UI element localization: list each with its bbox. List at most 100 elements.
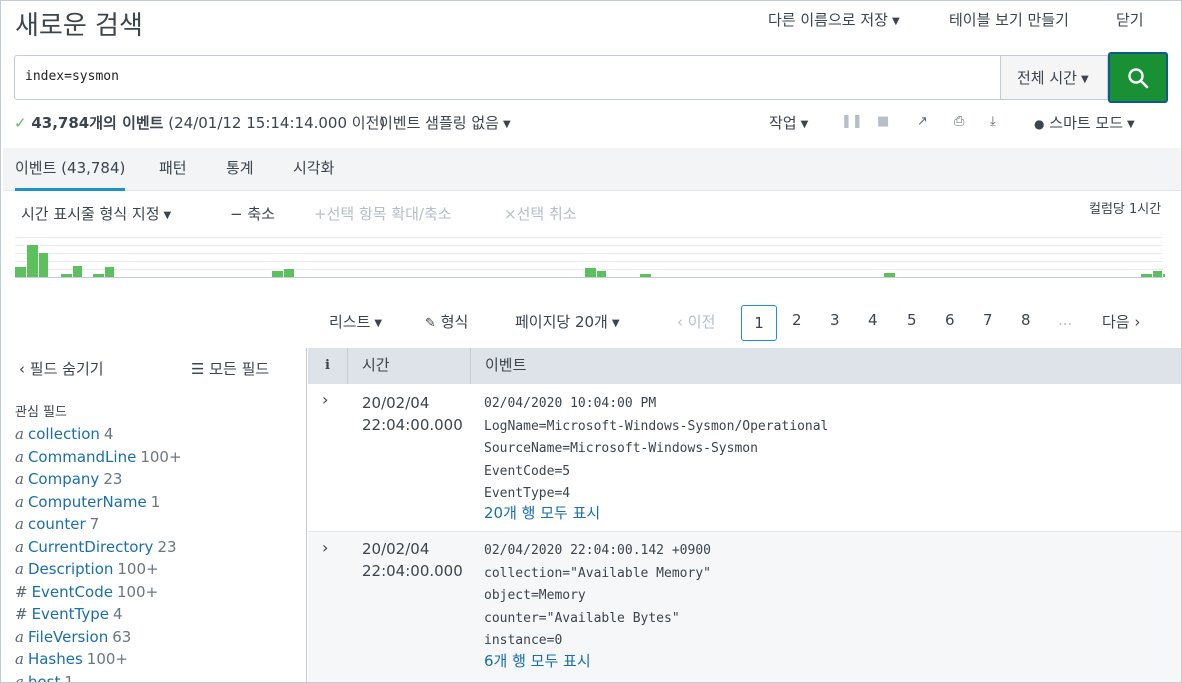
field-count: 100+ — [117, 560, 159, 578]
field-item[interactable]: # EventCode 100+ — [15, 583, 158, 601]
field-count: 1 — [150, 492, 161, 511]
field-item[interactable]: a collection 4 — [15, 425, 113, 443]
interesting-fields-heading: 관심 필드 — [15, 405, 67, 420]
timeline-bar[interactable] — [73, 266, 82, 277]
field-count: 23 — [103, 470, 123, 488]
deselect-label: 선택 취소 — [516, 205, 577, 223]
timeline-bar[interactable] — [884, 273, 895, 277]
close-button[interactable]: 닫기 — [1116, 9, 1144, 30]
page-8-button[interactable]: 8 — [1021, 311, 1031, 329]
all-fields-button[interactable]: ☰ 모든 필드 — [191, 358, 269, 379]
search-input[interactable]: index=sysmon — [14, 55, 1001, 100]
page-6-button[interactable]: 6 — [945, 311, 955, 329]
event-date: 20/02/04 — [362, 540, 430, 558]
tab-events[interactable]: 이벤트 (43,784) — [15, 157, 126, 191]
field-name: Hashes — [27, 650, 83, 668]
timeline-bar[interactable] — [640, 274, 651, 277]
event-time-cell: 20/02/04 22:04:00.000 — [362, 392, 463, 436]
event-raw: 02/04/2020 10:04:00 PM LogName=Microsoft… — [484, 393, 828, 506]
field-type-icon: a — [15, 470, 24, 488]
tab-visualization[interactable]: 시각화 — [293, 157, 334, 178]
timeline-bar[interactable] — [15, 267, 26, 277]
page-4-button[interactable]: 4 — [868, 311, 878, 329]
pause-icon[interactable]: ❚❚ — [841, 114, 863, 129]
field-item[interactable]: a Description 100+ — [15, 560, 159, 578]
save-as-button[interactable]: 다른 이름으로 저장 ▼ — [768, 9, 900, 30]
page-2-button[interactable]: 2 — [792, 311, 802, 329]
field-item[interactable]: a CurrentDirectory 23 — [15, 538, 177, 556]
per-page-dropdown[interactable]: 페이지당 20개 ▼ — [515, 311, 620, 332]
field-name: counter — [27, 515, 86, 533]
prev-page-button[interactable]: ‹ 이전 — [677, 311, 715, 332]
timeline-chart[interactable] — [1, 237, 1181, 279]
hide-fields-button[interactable]: ‹ 필드 숨기기 — [19, 358, 104, 379]
timeline-format-dropdown[interactable]: 시간 표시줄 형식 지정 ▼ — [21, 203, 171, 224]
field-item[interactable]: a Hashes 100+ — [15, 650, 128, 668]
tab-statistics[interactable]: 통계 — [226, 157, 254, 178]
field-item[interactable]: a FileVersion 63 — [15, 628, 131, 646]
timeline-bar[interactable] — [1163, 274, 1165, 277]
page-ellipsis: ... — [1058, 311, 1073, 329]
tab-patterns[interactable]: 패턴 — [159, 157, 187, 178]
expand-chevron-icon[interactable]: › — [322, 538, 328, 557]
field-name: CurrentDirectory — [27, 537, 154, 556]
minus-icon: − — [230, 205, 243, 223]
timeline-bar[interactable] — [585, 268, 596, 277]
field-count: 100+ — [116, 582, 159, 601]
bulb-icon: ● — [1034, 117, 1045, 131]
chevron-left-icon: ‹ — [19, 360, 25, 378]
field-item[interactable]: a host 1 — [15, 673, 74, 683]
search-mode-label: 스마트 모드 — [1049, 114, 1124, 132]
caret-down-icon: ▼ — [502, 119, 511, 130]
timeline-bar[interactable] — [61, 274, 72, 277]
list-icon: ☰ — [191, 360, 205, 378]
field-type-icon: a — [15, 537, 24, 556]
deselect-button[interactable]: ×선택 취소 — [504, 203, 577, 224]
field-item[interactable]: a counter 7 — [15, 515, 99, 533]
list-view-dropdown[interactable]: 리스트 ▼ — [329, 311, 382, 332]
stop-icon[interactable]: ■ — [877, 114, 889, 129]
page-1-button[interactable]: 1 — [741, 305, 777, 341]
timeline-bar[interactable] — [1141, 274, 1152, 277]
field-item[interactable]: a ComputerName 1 — [15, 493, 160, 511]
time-range-picker[interactable]: 전체 시간 ▼ — [1000, 55, 1108, 100]
timeline-bar[interactable] — [93, 274, 104, 277]
timeline-bar[interactable] — [105, 267, 114, 277]
event-date: 20/02/04 — [362, 394, 430, 412]
timeline-bar[interactable] — [284, 269, 294, 277]
create-table-button[interactable]: 테이블 보기 만들기 — [949, 9, 1069, 30]
share-icon[interactable]: ↗ — [917, 114, 928, 129]
event-line: counter="Available Bytes" — [484, 610, 680, 626]
timeline-bar[interactable] — [272, 271, 283, 277]
search-button[interactable] — [1108, 52, 1168, 103]
format-button[interactable]: ✎ 형식 — [425, 311, 468, 332]
next-page-button[interactable]: 다음 › — [1102, 311, 1140, 332]
field-item[interactable]: # EventType 4 — [15, 605, 123, 623]
sampling-label: 이벤트 샘플링 없음 — [379, 114, 499, 132]
page-3-button[interactable]: 3 — [830, 311, 840, 329]
zoom-out-button[interactable]: − 축소 — [230, 203, 275, 224]
timeline-bar[interactable] — [39, 253, 48, 277]
event-count: 43,784개의 이벤트 — [31, 114, 164, 132]
field-item[interactable]: a Company 23 — [15, 470, 122, 488]
field-item[interactable]: a CommandLine 100+ — [15, 448, 182, 466]
expand-chevron-icon[interactable]: › — [322, 390, 328, 409]
timeline-bar[interactable] — [27, 245, 38, 277]
event-raw: 02/04/2020 22:04:00.142 +0900 collection… — [484, 540, 711, 653]
field-count: 1 — [64, 672, 74, 683]
page-5-button[interactable]: 5 — [907, 311, 917, 329]
page-7-button[interactable]: 7 — [983, 311, 993, 329]
timeline-bar[interactable] — [597, 271, 606, 277]
field-name: FileVersion — [27, 627, 109, 646]
print-icon[interactable]: ⎙ — [954, 114, 964, 129]
job-dropdown[interactable]: 작업 ▼ — [769, 112, 808, 133]
timeline-bar[interactable] — [1153, 271, 1162, 277]
show-all-lines-link[interactable]: 20개 행 모두 표시 — [484, 502, 600, 523]
col-time-header[interactable]: 시간 — [362, 354, 390, 375]
show-all-lines-link[interactable]: 6개 행 모두 표시 — [484, 650, 591, 671]
sampling-dropdown[interactable]: 이벤트 샘플링 없음 ▼ — [379, 112, 511, 133]
export-icon[interactable]: ⤓ — [990, 114, 996, 129]
search-mode-dropdown[interactable]: ● 스마트 모드 ▼ — [1034, 112, 1135, 133]
zoom-selection-button[interactable]: +선택 항목 확대/축소 — [314, 203, 452, 224]
zoom-out-label: 축소 — [247, 205, 275, 223]
